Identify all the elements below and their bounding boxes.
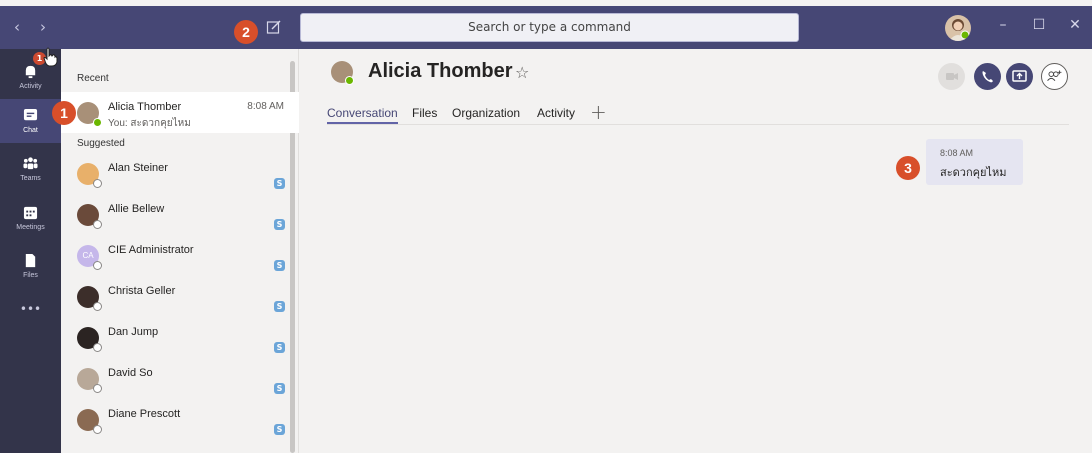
chat-row-allie-bellew[interactable]: Allie Bellew S [61,194,299,235]
presence-offline-icon [93,425,102,434]
presence-offline-icon [93,384,102,393]
presence-offline-icon [93,179,102,188]
video-call-icon[interactable] [938,63,965,90]
contact-name: Christa Geller [108,285,176,297]
tab-activity[interactable]: Activity [537,106,575,120]
teams-icon [23,157,38,170]
contact-name: Dan Jump [108,326,159,338]
contact-name: Alicia Thomber [108,101,182,113]
rail-item-chat[interactable]: Chat [0,99,61,143]
chat-row-alan-steiner[interactable]: Alan Steiner S [61,153,299,194]
contact-name: CIE Administrator [108,244,194,256]
contact-name: Allie Bellew [108,203,165,215]
presence-offline-icon [93,302,102,311]
more-apps-button[interactable]: ••• [0,299,61,343]
rail-label: Meetings [16,224,45,231]
message-time: 8:08 AM [247,101,284,112]
presence-available-icon [345,76,354,85]
chat-row-david-so[interactable]: David So S [61,358,299,399]
add-tab-button[interactable]: + [590,100,607,124]
forward-button[interactable]: › [40,18,46,36]
rail-label: Activity [19,83,42,90]
rail-item-files[interactable]: Files [0,244,61,288]
title-bar: ‹ › Search or type a command – ☐ ✕ [0,6,1092,49]
rail-label: Teams [20,175,41,182]
chat-row-alicia-thomber[interactable]: Alicia Thomber You: สะดวกคุยไหม 8:08 AM [61,92,299,133]
rail-item-meetings[interactable]: Meetings [0,196,61,240]
share-screen-icon[interactable] [1006,63,1033,90]
presence-offline-icon [93,220,102,229]
compose-icon[interactable] [266,19,282,35]
skype-icon: S [274,219,285,230]
contact-name: Alan Steiner [108,162,168,174]
bell-icon [25,65,36,79]
minimize-button[interactable]: – [994,17,1012,33]
favorite-star-icon[interactable]: ☆ [515,63,529,82]
profile-avatar[interactable] [945,15,971,41]
message-time: 8:08 AM [940,148,974,158]
suggested-section-label: Suggested [77,138,125,149]
rail-label: Files [23,272,38,279]
chat-row-diane-prescott[interactable]: Diane Prescott S [61,399,299,440]
chat-row-cie-administrator[interactable]: CA CIE Administrator S [61,235,299,276]
file-icon [25,253,36,268]
message-bubble[interactable]: 8:08 AM สะดวกคุยไหม [926,139,1023,185]
tab-conversation[interactable]: Conversation [327,106,398,124]
tabs-divider [327,124,1069,125]
chat-row-christa-geller[interactable]: Christa Geller S [61,276,299,317]
skype-icon: S [274,301,285,312]
skype-icon: S [274,342,285,353]
callout-badge-1: 1 [52,101,76,125]
chat-icon [23,108,38,121]
message-text: สะดวกคุยไหม [940,167,1007,179]
tab-files[interactable]: Files [412,106,437,120]
hand-cursor-icon [43,47,58,67]
callout-badge-2: 2 [234,20,258,44]
rail-item-teams[interactable]: Teams [0,147,61,191]
back-button[interactable]: ‹ [14,18,20,36]
teams-window: ‹ › Search or type a command – ☐ ✕ Activ… [0,0,1092,453]
audio-call-icon[interactable] [974,63,1001,90]
rail-label: Chat [23,127,38,134]
message-preview: You: สะดวกคุยไหม [108,118,191,129]
chat-row-dan-jump[interactable]: Dan Jump S [61,317,299,358]
profile-picture-icon [949,19,970,41]
add-people-icon[interactable] [1041,63,1068,90]
maximize-button[interactable]: ☐ [1030,17,1048,33]
presence-offline-icon [93,343,102,352]
presence-available-icon [93,118,102,127]
skype-icon: S [274,383,285,394]
contact-name: David So [108,367,153,379]
search-input[interactable]: Search or type a command [300,13,799,42]
skype-icon: S [274,424,285,435]
skype-icon: S [274,178,285,189]
presence-offline-icon [93,261,102,270]
tab-organization[interactable]: Organization [452,106,520,120]
skype-icon: S [274,260,285,271]
contact-name: Diane Prescott [108,408,181,420]
recent-section-label: Recent [77,73,109,84]
chat-title: Alicia Thomber [368,60,513,82]
calendar-icon [23,206,38,220]
close-button[interactable]: ✕ [1066,17,1084,33]
callout-badge-3: 3 [896,156,920,180]
